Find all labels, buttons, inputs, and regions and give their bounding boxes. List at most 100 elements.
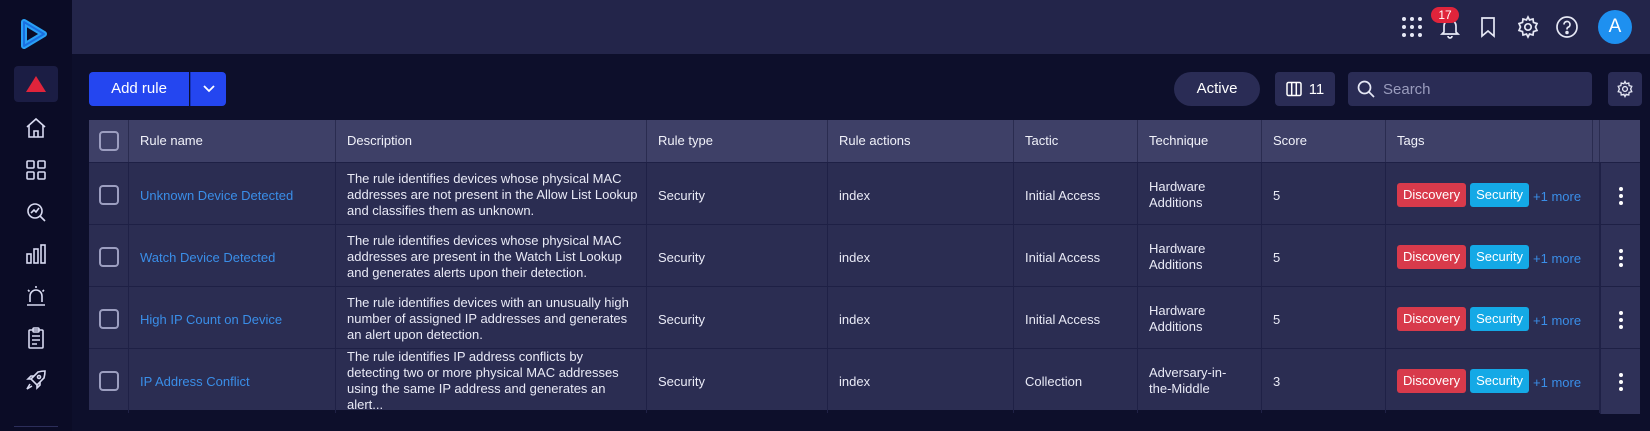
gear-icon[interactable] — [1516, 15, 1540, 39]
add-rule-button[interactable]: Add rule — [89, 72, 189, 106]
more-tags-link[interactable]: +1 more — [1533, 375, 1581, 390]
clipboard-list-icon[interactable] — [24, 326, 48, 350]
col-header-score[interactable]: Score — [1262, 120, 1386, 162]
rule-actions-text: index — [839, 187, 871, 203]
row-checkbox[interactable] — [98, 371, 119, 391]
table-settings-button[interactable] — [1608, 72, 1642, 106]
rule-tags: Discovery Security +1 more — [1386, 225, 1600, 289]
tag-discovery[interactable]: Discovery — [1397, 369, 1467, 393]
tag-discovery[interactable]: Discovery — [1397, 307, 1467, 331]
rule-tags: Discovery Security +1 more — [1386, 349, 1600, 413]
sidebar-item-alerts[interactable] — [14, 66, 58, 102]
bar-chart-icon[interactable] — [24, 242, 48, 266]
technique-line: Additions — [1149, 257, 1203, 272]
tag-discovery[interactable]: Discovery — [1397, 183, 1467, 207]
siren-alarm-icon[interactable] — [24, 284, 48, 308]
rule-name-link[interactable]: IP Address Conflict — [129, 349, 336, 413]
rule-type: Security — [647, 349, 828, 413]
rule-name-link[interactable]: Watch Device Detected — [129, 225, 336, 289]
col-header-spacer — [1593, 120, 1600, 162]
rocket-icon[interactable] — [24, 368, 48, 392]
add-rule-dropdown-button[interactable] — [190, 72, 226, 106]
rule-type-text: Security — [658, 311, 705, 327]
description-line: The rule identifies IP address conflicts… — [347, 349, 584, 364]
analytics-search-icon[interactable] — [24, 200, 48, 224]
rule-type: Security — [647, 287, 828, 351]
avatar[interactable]: A — [1598, 10, 1632, 44]
rule-description: The rule identifies devices whose physic… — [336, 163, 647, 227]
dashboard-grid-icon[interactable] — [24, 158, 48, 182]
kebab-menu-icon — [1618, 248, 1623, 267]
description-line: number of assigned IP addresses and gene… — [347, 311, 628, 326]
columns-toggle-button[interactable]: 11 — [1275, 72, 1335, 106]
rule-tactic: Initial Access — [1014, 287, 1138, 351]
rule-description: The rule identifies IP address conflicts… — [336, 349, 647, 413]
col-header-tags[interactable]: Tags — [1386, 120, 1593, 162]
col-header-tactic[interactable]: Tactic — [1014, 120, 1138, 162]
status-filter-button[interactable]: Active — [1174, 72, 1260, 106]
description-line: detecting two or more physical MAC addre… — [347, 365, 619, 380]
rule-actions: index — [828, 287, 1014, 351]
table-row: Unknown Device Detected The rule identif… — [89, 162, 1640, 228]
help-icon[interactable] — [1555, 15, 1579, 39]
tag-security[interactable]: Security — [1470, 183, 1530, 207]
tactic-text: Initial Access — [1025, 249, 1101, 265]
row-select-cell — [89, 225, 129, 289]
rule-description: The rule identifies devices whose physic… — [336, 225, 647, 289]
rule-tactic: Collection — [1014, 349, 1138, 413]
col-header-rule-name[interactable]: Rule name — [129, 120, 336, 162]
rule-actions: index — [828, 225, 1014, 289]
rule-name-text: Unknown Device Detected — [140, 187, 294, 203]
home-icon[interactable] — [24, 116, 48, 140]
technique-line: Additions — [1149, 195, 1203, 210]
description-line: addresses are present in the Watch List … — [347, 249, 622, 264]
rules-table: Rule name Description Rule type Rule act… — [89, 120, 1640, 431]
row-checkbox[interactable] — [98, 309, 119, 329]
search-input[interactable] — [1383, 80, 1573, 98]
kebab-menu-icon — [1618, 372, 1623, 391]
select-all-checkbox[interactable] — [98, 131, 119, 151]
row-actions-menu-button[interactable] — [1600, 163, 1640, 228]
description-line: The rule identifies devices whose physic… — [347, 233, 622, 248]
score-text: 5 — [1273, 249, 1281, 265]
rule-description: The rule identifies devices with an unus… — [336, 287, 647, 351]
columns-count: 11 — [1308, 80, 1325, 98]
rule-name-link[interactable]: Unknown Device Detected — [129, 163, 336, 227]
technique-line: the-Middle — [1149, 381, 1210, 396]
row-checkbox[interactable] — [98, 185, 119, 205]
rule-type: Security — [647, 163, 828, 227]
columns-icon — [1285, 81, 1302, 97]
more-tags-link[interactable]: +1 more — [1533, 189, 1581, 204]
col-header-technique[interactable]: Technique — [1138, 120, 1262, 162]
score-text: 3 — [1273, 373, 1281, 389]
description-line: The rule identifies devices whose physic… — [347, 171, 622, 186]
tag-security[interactable]: Security — [1470, 245, 1530, 269]
tactic-text: Initial Access — [1025, 187, 1101, 203]
score-text: 5 — [1273, 187, 1281, 203]
tag-security[interactable]: Security — [1470, 307, 1530, 331]
row-checkbox[interactable] — [98, 247, 119, 267]
rule-technique: Hardware Additions — [1138, 287, 1262, 351]
rule-actions: index — [828, 163, 1014, 227]
rule-name-link[interactable]: High IP Count on Device — [129, 287, 336, 351]
rule-technique: Adversary-in-the-Middle — [1138, 349, 1262, 413]
apps-grid-icon[interactable] — [1400, 15, 1424, 39]
tag-security[interactable]: Security — [1470, 369, 1530, 393]
col-header-rule-type[interactable]: Rule type — [647, 120, 828, 162]
row-actions-menu-button[interactable] — [1600, 287, 1640, 352]
rule-name-text: High IP Count on Device — [140, 311, 283, 327]
tag-discovery[interactable]: Discovery — [1397, 245, 1467, 269]
rule-actions-text: index — [839, 311, 871, 327]
rule-tactic: Initial Access — [1014, 163, 1138, 227]
bookmark-icon[interactable] — [1476, 15, 1500, 39]
col-header-description[interactable]: Description — [336, 120, 647, 162]
more-tags-link[interactable]: +1 more — [1533, 251, 1581, 266]
col-header-rule-actions[interactable]: Rule actions — [828, 120, 1014, 162]
rule-name-text: Watch Device Detected — [140, 249, 276, 265]
search-box — [1348, 72, 1592, 106]
row-actions-menu-button[interactable] — [1600, 225, 1640, 290]
more-tags-link[interactable]: +1 more — [1533, 313, 1581, 328]
logo-icon[interactable] — [18, 18, 48, 50]
sidebar-divider — [14, 426, 58, 427]
row-actions-menu-button[interactable] — [1600, 349, 1640, 414]
